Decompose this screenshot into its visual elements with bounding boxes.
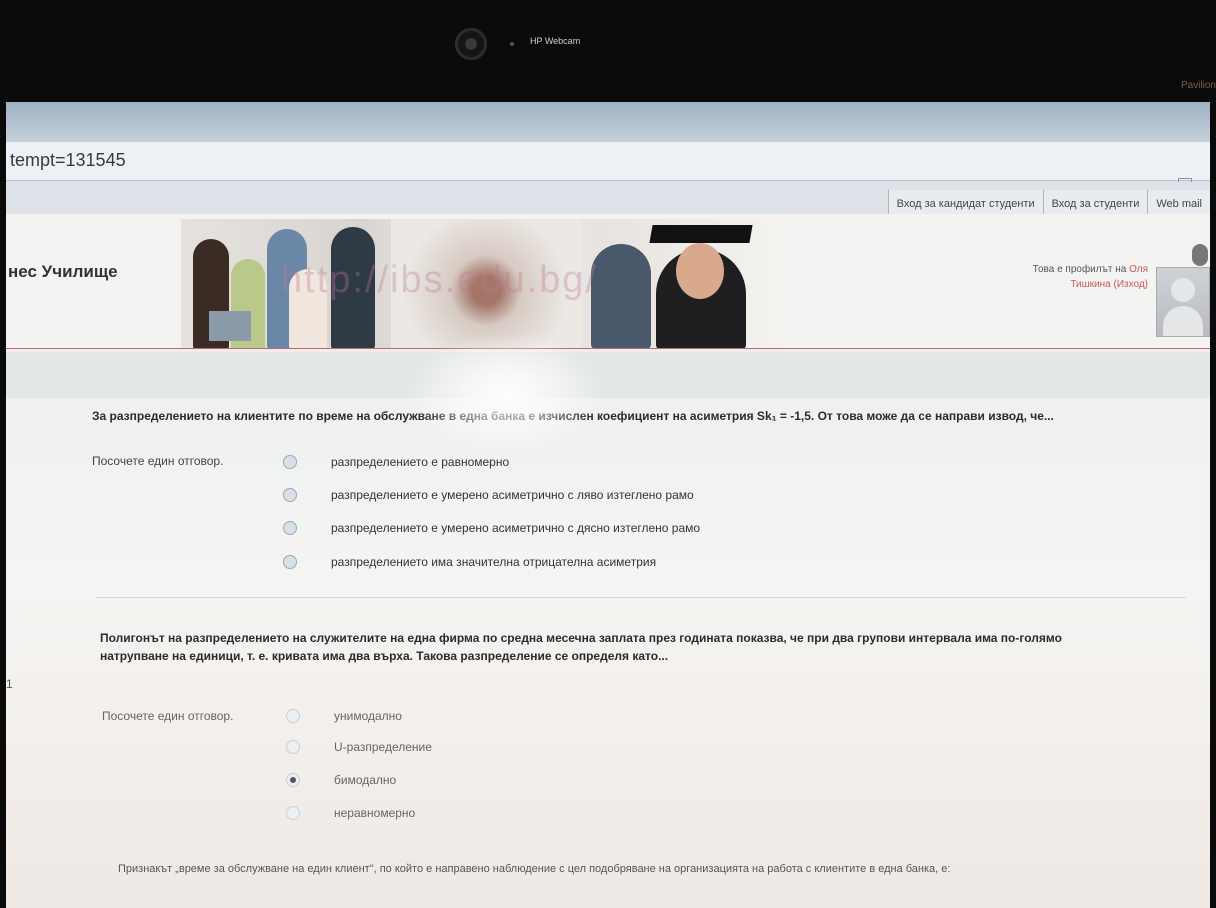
question-divider: [96, 597, 1186, 598]
webcam-indicator: [510, 42, 514, 46]
banner-watermark: http://ibs.edu.bg/: [281, 259, 598, 301]
question-2-option-3[interactable]: бимодално: [286, 773, 396, 787]
profile-label: Това е профилът на: [1032, 264, 1127, 275]
question-3-text: Признакът „време за обслужване на един к…: [118, 863, 951, 875]
question-2-option-2[interactable]: U-разпределение: [286, 740, 432, 754]
screen-glare: [406, 332, 606, 452]
browser-chrome: [6, 102, 1210, 142]
option-label[interactable]: разпределението е умерено асиметрично с …: [331, 521, 700, 535]
radio-button[interactable]: [283, 555, 297, 569]
option-label[interactable]: разпределението има значителна отрицател…: [331, 555, 656, 569]
option-label[interactable]: унимодално: [334, 709, 402, 723]
webcam-label: HP Webcam: [530, 36, 581, 46]
option-label[interactable]: неравномерно: [334, 806, 415, 820]
question-1-prompt: Посочете един отговор.: [92, 454, 224, 468]
address-bar[interactable]: tempt=131545: [6, 142, 1210, 192]
avatar-body: [1163, 306, 1203, 336]
question-1-option-2[interactable]: разпределението е умерено асиметрично с …: [283, 488, 694, 502]
content-band: [6, 352, 1210, 398]
question-2-text-line-2: натрупване на единици, т. е. кривата има…: [100, 649, 669, 663]
radio-button[interactable]: [286, 740, 300, 754]
question-2-text-line-1: Полигонът на разпределението на служител…: [100, 631, 1062, 645]
bezel-brand: Pavilion: [1180, 80, 1216, 91]
avatar-head: [1171, 278, 1195, 302]
school-name[interactable]: нес Училище: [8, 262, 118, 282]
avatar-menu-icon[interactable]: [1192, 244, 1208, 266]
header-bottom-line: [6, 348, 1210, 349]
avatar[interactable]: [1156, 267, 1210, 337]
option-label[interactable]: U-разпределение: [334, 740, 432, 754]
question-1-option-4[interactable]: разпределението има значителна отрицател…: [283, 555, 656, 569]
laptop-in-banner: [209, 311, 251, 341]
radio-button[interactable]: [286, 806, 300, 820]
question-1-option-1[interactable]: разпределението е равномерно: [283, 455, 509, 469]
laptop-bezel: [0, 0, 1216, 102]
graduation-cap: [649, 225, 753, 243]
profile-name-link-2[interactable]: Тишкина: [1070, 279, 1110, 290]
header-banner-image: http://ibs.edu.bg/: [181, 219, 781, 349]
question-2-prompt: Посочете един отговор.: [102, 709, 234, 723]
radio-button[interactable]: [283, 455, 297, 469]
radio-button-selected[interactable]: [286, 773, 300, 787]
question-2-option-1[interactable]: унимодално: [286, 709, 402, 723]
radio-button[interactable]: [283, 488, 297, 502]
question-1-option-3[interactable]: разпределението е умерено асиметрично с …: [283, 521, 700, 535]
option-label[interactable]: разпределението е умерено асиметрично с …: [331, 488, 694, 502]
screen: tempt=131545 Вход за кандидат студенти В…: [6, 102, 1210, 908]
option-label[interactable]: бимодално: [334, 773, 396, 787]
webcam-icon: [455, 28, 487, 60]
side-number: 1: [6, 677, 13, 691]
logout-link[interactable]: (Изход): [1114, 279, 1149, 290]
banner-person: [591, 244, 651, 349]
option-label[interactable]: разпределението е равномерно: [331, 455, 509, 469]
url-text[interactable]: tempt=131545: [10, 150, 126, 171]
question-1-text: За разпределението на клиентите по време…: [92, 409, 1054, 423]
profile-name-link[interactable]: Оля: [1129, 264, 1148, 275]
radio-button[interactable]: [283, 521, 297, 535]
profile-info: Това е профилът на Оля Тишкина (Изход): [1033, 262, 1148, 292]
graduate-face: [676, 243, 724, 299]
question-2-option-4[interactable]: неравномерно: [286, 806, 415, 820]
radio-button[interactable]: [286, 709, 300, 723]
